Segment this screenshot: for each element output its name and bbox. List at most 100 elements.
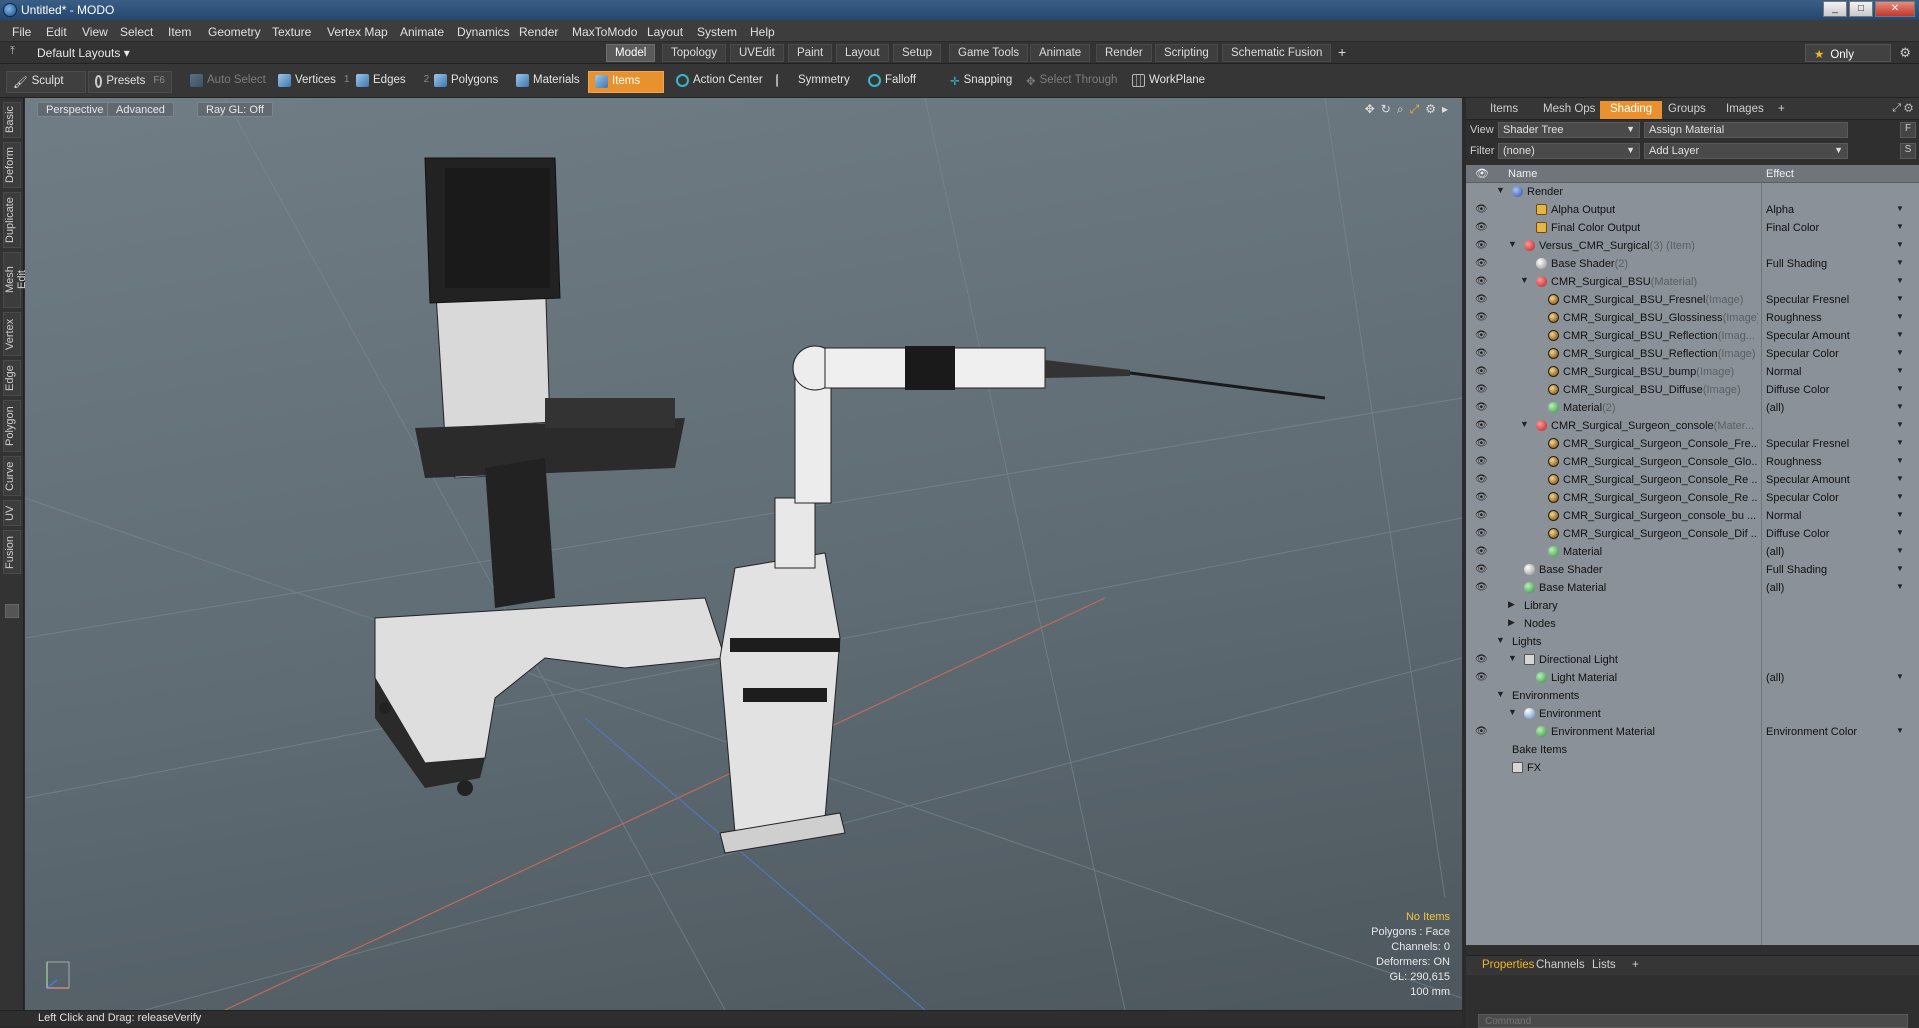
add-panel-tab[interactable]: + — [1768, 101, 1795, 119]
effect-chevron-down-icon[interactable]: ▼ — [1896, 672, 1904, 681]
tab-topology[interactable]: Topology — [662, 44, 727, 62]
visibility-eye-icon[interactable]: 👁 — [1475, 348, 1488, 359]
menu-help[interactable]: Help — [750, 25, 775, 39]
tree-row[interactable]: 👁 Base Material (all) ▼ — [1466, 579, 1919, 597]
fit-icon[interactable]: ⤢ — [1410, 102, 1420, 117]
effect-chevron-down-icon[interactable]: ▼ — [1896, 726, 1904, 735]
add-properties-tab[interactable]: + — [1626, 959, 1645, 971]
effect-chevron-down-icon[interactable]: ▼ — [1896, 456, 1904, 465]
tree-row-effect[interactable]: (all) — [1766, 672, 1784, 684]
expand-toggle-icon[interactable]: ▶ — [1508, 599, 1515, 610]
tree-row[interactable]: ▶ Nodes — [1466, 615, 1919, 633]
add-layer-dropdown[interactable]: Add Layer ▼ — [1644, 143, 1848, 159]
tree-row[interactable]: ▼ Environments — [1466, 687, 1919, 705]
tab-game-tools[interactable]: Game Tools — [949, 44, 1029, 62]
expand-toggle-icon[interactable]: ▼ — [1496, 635, 1505, 645]
tree-row-effect[interactable]: Diffuse Color — [1766, 384, 1829, 396]
tree-row[interactable]: ▼ Environment — [1466, 705, 1919, 723]
menu-view[interactable]: View — [82, 25, 108, 39]
tree-row-effect[interactable]: Specular Fresnel — [1766, 294, 1849, 306]
visibility-eye-icon[interactable]: 👁 — [1475, 726, 1488, 737]
menu-animate[interactable]: Animate — [400, 25, 444, 39]
effect-chevron-down-icon[interactable]: ▼ — [1896, 204, 1904, 213]
s-button[interactable]: S — [1900, 143, 1916, 159]
select-through-button[interactable]: ✥ Select Through — [1020, 71, 1123, 93]
menu-layout[interactable]: Layout — [647, 25, 683, 39]
expand-toggle-icon[interactable]: ▼ — [1520, 275, 1529, 285]
only-toggle[interactable]: ★ Only — [1805, 44, 1891, 62]
visibility-eye-icon[interactable]: 👁 — [1475, 276, 1488, 287]
tab-fusion[interactable]: Fusion — [3, 530, 21, 574]
effect-chevron-down-icon[interactable]: ▼ — [1896, 222, 1904, 231]
tree-row[interactable]: 👁 Final Color Output Final Color ▼ — [1466, 219, 1919, 237]
tab-render[interactable]: Render — [1096, 44, 1152, 62]
tree-row-effect[interactable]: (all) — [1766, 402, 1784, 414]
tab-curve[interactable]: Curve — [3, 456, 21, 496]
visibility-eye-icon[interactable]: 👁 — [1475, 402, 1488, 413]
tree-row[interactable]: 👁 Material (2) (all) ▼ — [1466, 399, 1919, 417]
tree-row[interactable]: 👁 Alpha Output Alpha ▼ — [1466, 201, 1919, 219]
tree-row[interactable]: ▶ Library — [1466, 597, 1919, 615]
tree-row[interactable]: 👁 CMR_Surgical_BSU_Reflection (Imag... Spe… — [1466, 327, 1919, 345]
effect-column-header[interactable]: Effect — [1766, 168, 1794, 180]
visibility-eye-icon[interactable]: 👁 — [1475, 528, 1488, 539]
tree-row-effect[interactable]: Roughness — [1766, 456, 1822, 468]
effect-chevron-down-icon[interactable]: ▼ — [1896, 294, 1904, 303]
vertices-button[interactable]: Vertices 1 — [272, 71, 355, 93]
tree-row-effect[interactable]: Specular Color — [1766, 348, 1839, 360]
tree-row[interactable]: 👁 Environment Material Environment Color ▼ — [1466, 723, 1919, 741]
add-tab-button[interactable]: + — [1330, 42, 1354, 60]
raygl-button[interactable]: Ray GL: Off — [197, 102, 273, 117]
tree-row[interactable]: 👁 Base Shader Full Shading ▼ — [1466, 561, 1919, 579]
menu-select[interactable]: Select — [120, 25, 153, 39]
expand-toggle-icon[interactable]: ▼ — [1508, 239, 1517, 249]
polygons-button[interactable]: Polygons — [428, 71, 504, 93]
tree-row-effect[interactable]: Specular Color — [1766, 492, 1839, 504]
effect-chevron-down-icon[interactable]: ▼ — [1896, 582, 1904, 591]
falloff-button[interactable]: Falloff — [862, 71, 922, 93]
tab-model[interactable]: Model — [606, 44, 656, 62]
effect-chevron-down-icon[interactable]: ▼ — [1896, 420, 1904, 429]
tab-mesh-ops[interactable]: Mesh Ops — [1533, 101, 1605, 119]
viewport-settings-icon[interactable]: ⚙ — [1425, 102, 1436, 117]
edges-button[interactable]: Edges 2 — [350, 71, 435, 93]
gear-icon[interactable]: ⚙ — [1899, 45, 1911, 61]
visibility-eye-icon[interactable]: 👁 — [1475, 546, 1488, 557]
tab-lists[interactable]: Lists — [1586, 959, 1622, 971]
visibility-eye-icon[interactable]: 👁 — [1475, 654, 1488, 665]
f-button[interactable]: F — [1900, 122, 1916, 138]
tree-row[interactable]: 👁 CMR_Surgical_Surgeon_Console_Fre... Spec… — [1466, 435, 1919, 453]
effect-chevron-down-icon[interactable]: ▼ — [1896, 438, 1904, 447]
visibility-eye-icon[interactable]: 👁 — [1475, 222, 1488, 233]
menu-vertex-map[interactable]: Vertex Map — [327, 25, 388, 39]
tab-setup[interactable]: Setup — [893, 44, 942, 62]
menu-item[interactable]: Item — [168, 25, 191, 39]
visibility-eye-icon[interactable]: 👁 — [1475, 204, 1488, 215]
3d-viewport[interactable]: Perspective Advanced Ray GL: Off ✥ ↻ ⌕ ⤢… — [25, 98, 1462, 1010]
effect-chevron-down-icon[interactable]: ▼ — [1896, 546, 1904, 555]
tree-row[interactable]: ▼ Lights — [1466, 633, 1919, 651]
visibility-eye-icon[interactable]: 👁 — [1475, 384, 1488, 395]
visibility-eye-icon[interactable]: 👁 — [1475, 474, 1488, 485]
tree-row-effect[interactable]: Full Shading — [1766, 258, 1827, 270]
name-column-header[interactable]: Name — [1508, 168, 1537, 180]
materials-button[interactable]: Materials — [510, 71, 586, 93]
tree-row-effect[interactable]: Final Color — [1766, 222, 1819, 234]
perspective-button[interactable]: Perspective — [37, 102, 113, 117]
visibility-eye-icon[interactable]: 👁 — [1475, 564, 1488, 575]
menu-system[interactable]: System — [697, 25, 737, 39]
tree-row[interactable]: 👁 ▼ CMR_Surgical_BSU (Material) ▼ — [1466, 273, 1919, 291]
maximize-button[interactable]: □ — [1849, 1, 1873, 17]
tab-images[interactable]: Images — [1716, 101, 1774, 119]
tree-row-effect[interactable]: Normal — [1766, 366, 1801, 378]
tab-polygon[interactable]: Polygon — [3, 400, 21, 452]
visibility-eye-icon[interactable]: 👁 — [1475, 456, 1488, 467]
tab-items[interactable]: Items — [1480, 101, 1528, 119]
tree-row[interactable]: ▼ Render — [1466, 183, 1919, 201]
tool-palette-toggle[interactable] — [5, 604, 19, 618]
sculpt-button[interactable]: 🖌 Sculpt — [6, 71, 86, 93]
tree-row[interactable]: 👁 CMR_Surgical_BSU_Fresnel (Image) Specula… — [1466, 291, 1919, 309]
effect-chevron-down-icon[interactable]: ▼ — [1896, 564, 1904, 573]
visibility-eye-icon[interactable]: 👁 — [1475, 672, 1488, 683]
expand-toggle-icon[interactable]: ▼ — [1520, 419, 1529, 429]
